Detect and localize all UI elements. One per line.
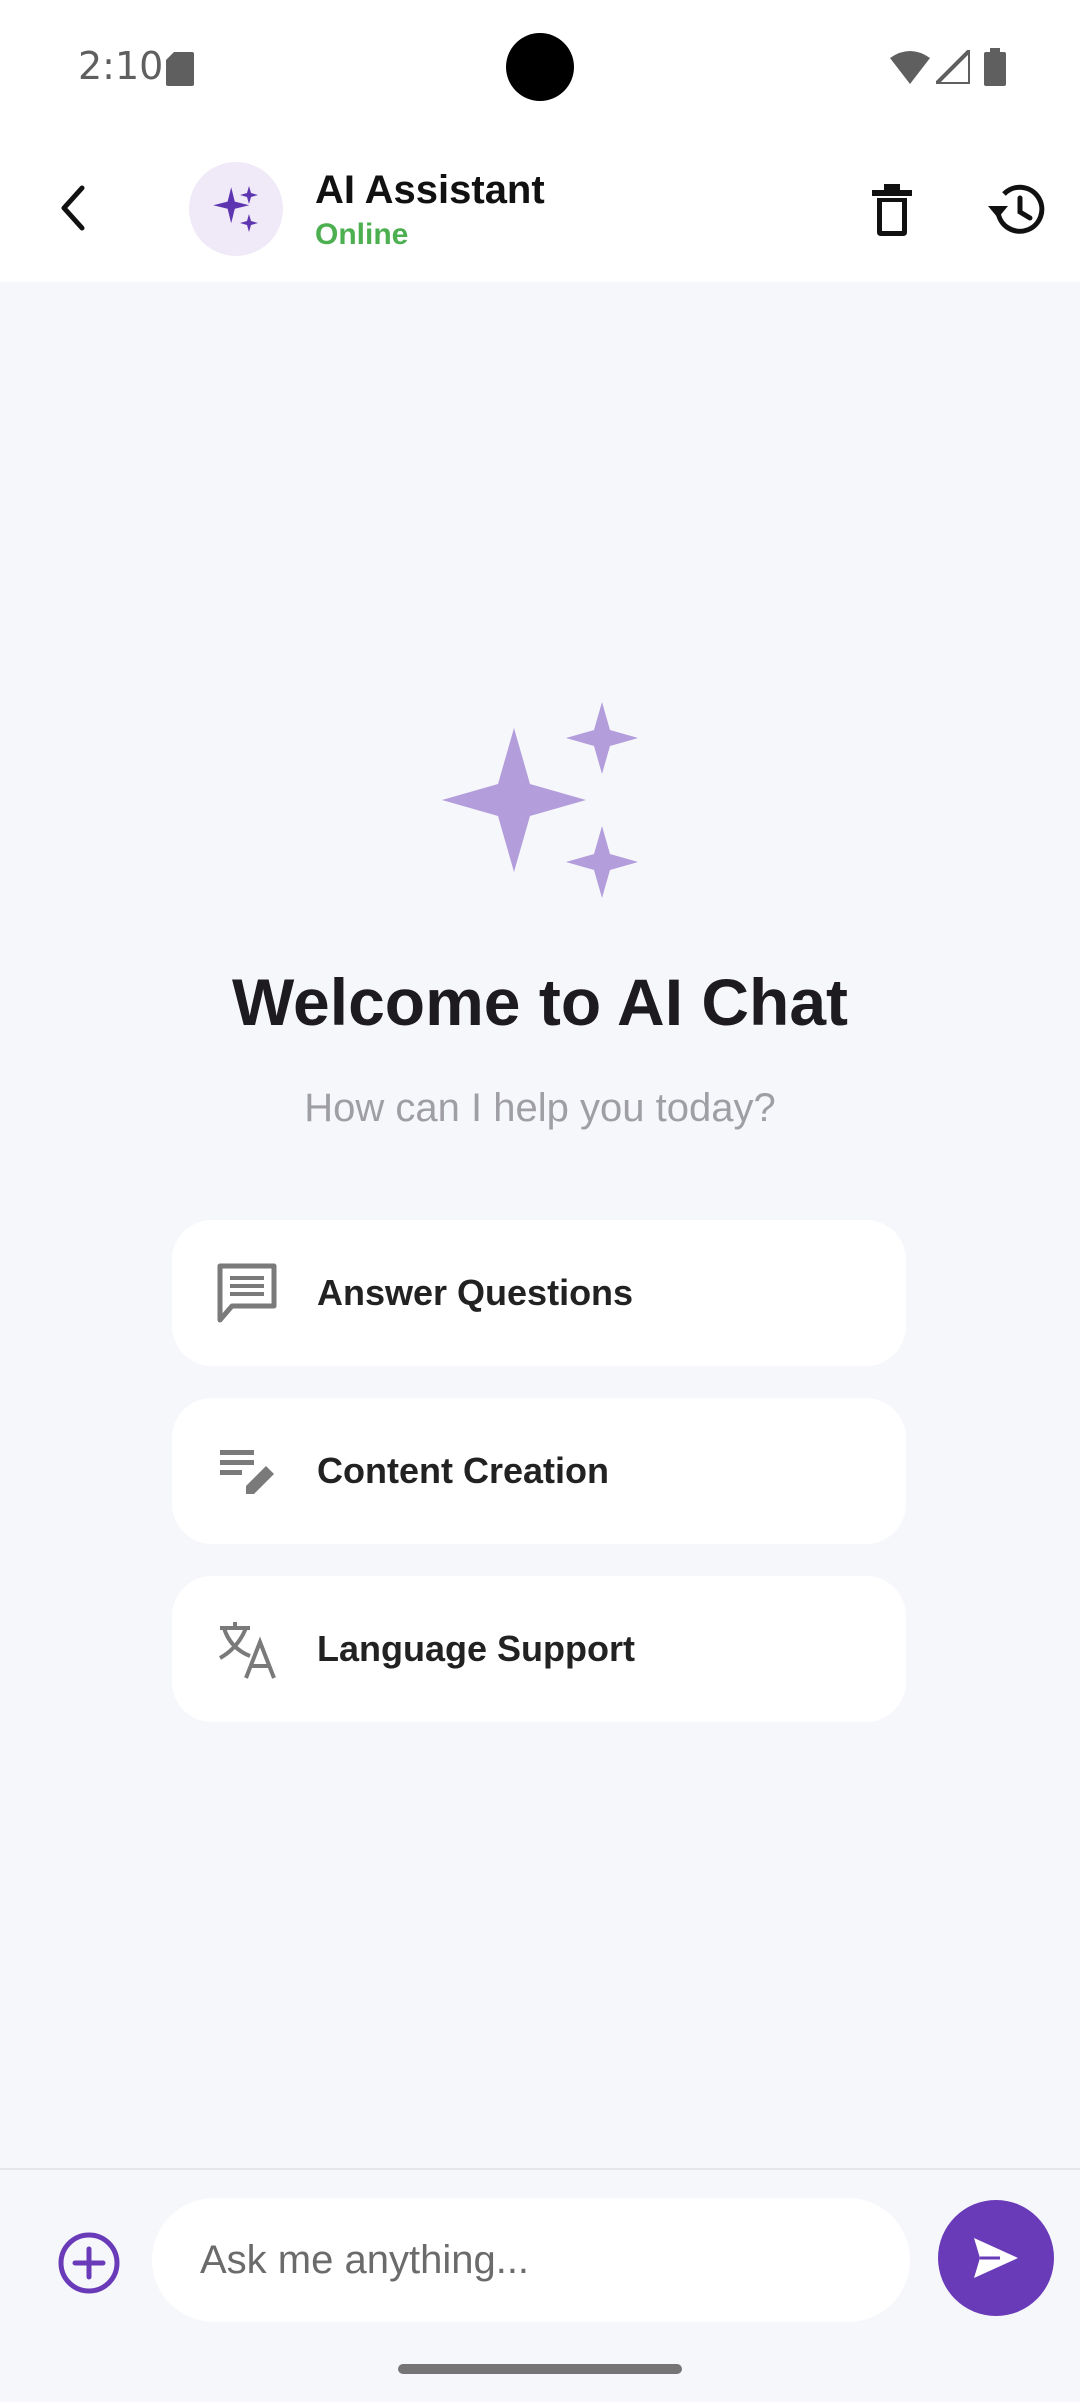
- camera-cutout: [506, 33, 574, 101]
- suggestion-content-creation[interactable]: Content Creation: [172, 1398, 906, 1544]
- back-arrow-icon: [61, 185, 85, 231]
- delete-button[interactable]: [862, 180, 922, 240]
- wifi-icon: [890, 50, 930, 89]
- message-input[interactable]: [152, 2198, 910, 2322]
- hero-sparkle-icon: [440, 700, 640, 905]
- chat-title: AI Assistant: [315, 168, 545, 212]
- welcome-subtitle: How can I help you today?: [304, 1086, 776, 1130]
- add-attachment-button[interactable]: [52, 2226, 126, 2300]
- translate-icon: [218, 1622, 276, 1679]
- suggestion-label: Content Creation: [317, 1450, 609, 1491]
- suggestion-language-support[interactable]: Language Support: [172, 1576, 906, 1722]
- back-button[interactable]: [44, 178, 104, 238]
- signal-icon: [931, 45, 972, 89]
- sparkle-icon: [213, 186, 258, 232]
- status-time: 2:10: [78, 44, 164, 88]
- suggestion-label: Answer Questions: [317, 1272, 634, 1313]
- app-bar: AI Assistant Online: [0, 140, 1080, 282]
- assistant-avatar: [189, 162, 283, 256]
- edit-note-icon: [220, 1450, 274, 1494]
- welcome-title: Welcome to AI Chat: [231, 965, 849, 1039]
- chat-icon: [217, 1263, 277, 1323]
- battery-icon: [984, 48, 1006, 91]
- home-indicator: [398, 2364, 682, 2374]
- online-status: Online: [315, 218, 409, 251]
- suggestion-answer-questions[interactable]: Answer Questions: [172, 1220, 906, 1366]
- status-bar: 2:10: [0, 0, 1080, 140]
- add-circle-icon: [58, 2232, 120, 2294]
- suggestion-label: Language Support: [317, 1628, 635, 1669]
- history-icon: [988, 184, 1045, 234]
- sd-card-icon: [166, 52, 194, 91]
- history-button[interactable]: [986, 178, 1050, 242]
- send-button[interactable]: [938, 2200, 1054, 2316]
- send-icon: [974, 2238, 1018, 2278]
- trash-icon: [872, 184, 912, 236]
